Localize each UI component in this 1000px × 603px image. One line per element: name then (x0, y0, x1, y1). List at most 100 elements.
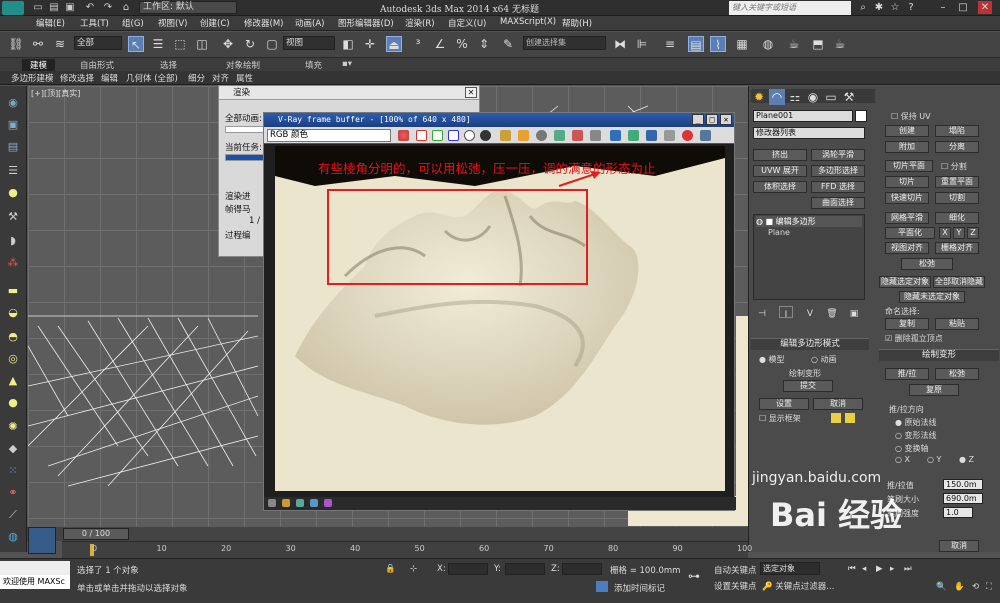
sun-icon[interactable]: ✺ (4, 420, 22, 434)
extrude-button[interactable]: 挤出 (753, 149, 807, 161)
maximize-icon[interactable]: □ (706, 114, 718, 125)
paste-button[interactable]: 粘贴 (935, 318, 979, 330)
menu-create[interactable]: 创建(C) (200, 17, 230, 29)
panel-geometry[interactable]: 几何体 (全部) (126, 72, 178, 84)
hide-selected-button[interactable]: 隐藏选定对象 (879, 276, 931, 288)
workspace-dropdown[interactable]: 工作区: 默认 (139, 1, 237, 14)
keyboard-shortcut-icon[interactable]: ⏏ (386, 36, 402, 52)
green-channel-icon[interactable] (432, 130, 443, 141)
menu-animation[interactable]: 动画(A) (295, 17, 324, 29)
lut-icon[interactable] (646, 130, 657, 141)
close-icon[interactable]: ✕ (978, 1, 992, 14)
relax-paint-button[interactable]: 松弛 (935, 368, 979, 380)
status-icon-3[interactable] (296, 499, 304, 507)
axis-z-radio[interactable]: ● Z (959, 455, 974, 464)
vfb-titlebar[interactable]: V-Ray frame buffer - [100% of 640 x 480]… (264, 113, 734, 127)
modifier-stack[interactable]: ◍ ■ 编辑多边形 Plane (753, 214, 865, 300)
collapse-button[interactable]: 塌陷 (935, 125, 979, 137)
modifier-list-dropdown[interactable]: 修改器列表 (753, 127, 865, 139)
box-icon[interactable]: ▬ (4, 284, 22, 298)
ribbon-tab-populate[interactable]: 填充 (305, 59, 322, 71)
cylinder-icon[interactable]: ◓ (4, 330, 22, 344)
add-time-tag-icon[interactable] (596, 581, 608, 592)
blue-channel-icon[interactable] (448, 130, 459, 141)
goto-end-icon[interactable]: ⏭ (904, 564, 912, 574)
key-mode-icon[interactable]: ⊶ (688, 569, 700, 583)
edit-named-sel-icon[interactable]: ✎ (500, 36, 516, 52)
copy-button[interactable]: 复制 (885, 318, 929, 330)
y-coord-field[interactable] (505, 563, 545, 575)
track-mouse-icon[interactable] (572, 130, 583, 141)
plane-icon[interactable]: ◆ (4, 442, 22, 456)
render-setup-icon[interactable]: ☕ (786, 36, 802, 52)
poly-select-button[interactable]: 多边形选择 (811, 165, 865, 177)
ribbon-tab-selection[interactable]: 选择 (160, 59, 177, 71)
favorites-icon[interactable]: ☆ (888, 1, 902, 14)
display-tab-icon[interactable]: ▭ (823, 89, 839, 105)
snaps-icon[interactable]: ³ (410, 36, 426, 52)
object-color-swatch[interactable] (855, 110, 867, 122)
ribbon-options-icon[interactable]: ▪▾ (342, 59, 352, 69)
pivot-icon[interactable]: ◧ (340, 36, 356, 52)
schematic-view-icon[interactable]: ▦ (734, 36, 750, 52)
edit-poly-mode-rollout[interactable]: 编辑多边形模式 (751, 338, 869, 350)
status-icon-4[interactable] (310, 499, 318, 507)
panel-modify-selection[interactable]: 修改选择 (60, 72, 94, 84)
prev-frame-icon[interactable]: ◂ (862, 564, 866, 574)
stop-render-icon[interactable] (682, 130, 693, 141)
minimize-icon[interactable]: _ (692, 114, 704, 125)
torus-icon[interactable]: ◎ (4, 352, 22, 366)
remove-modifier-icon[interactable]: 🗑 (825, 306, 839, 319)
ribbon-tab-object-paint[interactable]: 对象绘制 (226, 59, 260, 71)
push-pull-value-input[interactable]: 150.0m (943, 479, 983, 490)
redo-icon[interactable]: ↷ (102, 2, 114, 14)
save-icon[interactable]: ▣ (64, 2, 76, 14)
stack-item-edit-poly[interactable]: ◍ ■ 编辑多边形 (756, 216, 862, 227)
track-bar[interactable]: 0 10 20 30 40 50 60 70 80 90 100 (62, 541, 752, 558)
grid-align-button[interactable]: 栅格对齐 (935, 242, 979, 254)
list-icon[interactable]: ☰ (4, 164, 22, 178)
planarize-button[interactable]: 平面化 (885, 227, 935, 239)
bind-spacewarp-icon[interactable]: ≋ (52, 36, 68, 52)
reset-plane-button[interactable]: 重置平面 (935, 176, 979, 188)
sphere-icon[interactable]: ◒ (4, 306, 22, 320)
panel-subdivision[interactable]: 细分 (188, 72, 205, 84)
x-coord-field[interactable] (448, 563, 488, 575)
utilities-tab-icon[interactable]: ⚒ (841, 89, 857, 105)
tessellate-button[interactable]: 细化 (935, 212, 979, 224)
project-icon[interactable]: ⌂ (120, 2, 132, 14)
hierarchy-tab-icon[interactable]: ⚏ (787, 89, 803, 105)
pan-icon[interactable]: ✋ (954, 582, 965, 592)
status-icon-2[interactable] (282, 499, 290, 507)
maxscript-listener[interactable]: 欢迎使用 MAXSc (0, 575, 70, 589)
link-to-3dsmax-icon[interactable] (610, 130, 621, 141)
zoom-icon[interactable]: 🔍 (936, 582, 947, 592)
unlink-icon[interactable]: ⚯ (30, 36, 46, 52)
next-frame-icon[interactable]: ▸ (890, 564, 894, 574)
scale-icon[interactable]: ▢ (264, 36, 280, 52)
surface-select-button[interactable]: 曲面选择 (811, 197, 865, 209)
slice-button[interactable]: 切片 (885, 176, 929, 188)
render-production-icon[interactable]: ☕ (832, 36, 848, 52)
vol-select-button[interactable]: 体积选择 (753, 181, 807, 193)
cage-color-swatch[interactable] (831, 413, 841, 423)
goto-start-icon[interactable]: ⏮ (848, 564, 856, 574)
load-image-icon[interactable] (518, 130, 529, 141)
unhide-all-button[interactable]: 全部取消隐藏 (933, 276, 985, 288)
panel-align[interactable]: 对齐 (212, 72, 229, 84)
orbit-icon[interactable]: ⟲ (972, 582, 979, 592)
attach-button[interactable]: 附加 (885, 141, 929, 153)
select-object-icon[interactable]: ↖ (128, 36, 144, 52)
menu-group[interactable]: 组(G) (122, 17, 144, 29)
brush-strength-input[interactable]: 1.0 (943, 507, 973, 518)
detach-button[interactable]: 分离 (935, 141, 979, 153)
make-unique-icon[interactable]: V (803, 306, 817, 319)
info-icon[interactable]: ? (904, 1, 918, 14)
geosphere-icon[interactable]: ● (4, 396, 22, 410)
maximize-viewport-icon[interactable]: ⛶ (986, 582, 992, 592)
menu-rendering[interactable]: 渲染(R) (405, 17, 435, 29)
settings-button[interactable]: 设置 (759, 398, 809, 410)
panel-icon[interactable]: ▤ (4, 140, 22, 154)
globe-icon[interactable]: ◍ (4, 530, 22, 544)
menu-tools[interactable]: 工具(T) (80, 17, 109, 29)
